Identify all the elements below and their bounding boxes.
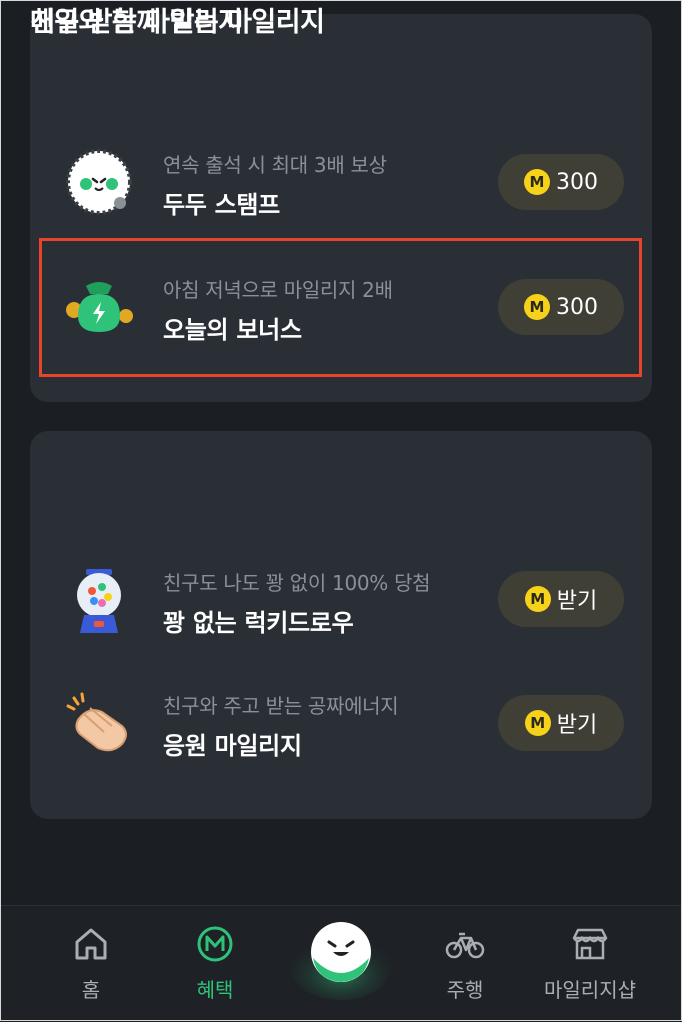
nav-item-ride[interactable]: 주행	[405, 906, 525, 1022]
item-subtitle: 연속 출석 시 최대 3배 보상	[163, 153, 387, 177]
receive-label: 받기	[556, 713, 598, 738]
nav-label: 홈	[81, 978, 101, 1002]
item-title: 꽝 없는 럭키드로우	[163, 609, 354, 637]
list-item-cheer-mileage[interactable]: 친구와 주고 받는 공짜에너지 응원 마일리지 M 받기	[30, 668, 652, 778]
character-center-button[interactable]	[291, 908, 391, 1000]
receive-button[interactable]: M 받기	[498, 571, 624, 627]
mileage-coin-icon: M	[524, 710, 551, 736]
clapping-hands-icon	[66, 692, 127, 752]
item-title: 응원 마일리지	[163, 732, 302, 760]
nav-label: 혜택	[196, 978, 234, 1002]
nav-item-home[interactable]: 홈	[31, 906, 151, 1022]
nav-label: 마일리지샵	[544, 978, 636, 1002]
stamp-character-icon	[66, 149, 132, 215]
mileage-icon	[197, 926, 233, 962]
list-item-lucky-draw[interactable]: 친구도 나도 꽝 없이 100% 당첨 꽝 없는 럭키드로우 M 받기	[30, 545, 652, 655]
mileage-coin-icon: M	[524, 586, 551, 612]
bicycle-icon	[445, 932, 485, 959]
receive-label: 받기	[556, 589, 598, 614]
mileage-coin-icon: M	[524, 169, 550, 195]
friends-mileage-title: 친구와 함께 받는 마일리지	[30, 7, 325, 38]
home-icon	[75, 928, 107, 960]
nav-item-mileage-shop[interactable]: 마일리지샵	[530, 906, 650, 1022]
item-subtitle: 친구도 나도 꽝 없이 100% 당첨	[163, 571, 431, 595]
receive-button[interactable]: M 받기	[498, 695, 624, 751]
reward-amount: 300	[556, 169, 598, 195]
reward-button[interactable]: M 300	[498, 154, 624, 210]
item-title: 두두 스탬프	[163, 191, 280, 219]
highlight-box	[39, 238, 642, 377]
list-item-dudu-stamp[interactable]: 연속 출석 시 최대 3배 보상 두두 스탬프 M 300	[30, 127, 652, 237]
shop-icon	[572, 928, 608, 960]
nav-item-benefits[interactable]: 혜택	[155, 906, 275, 1022]
gumball-machine-icon	[77, 569, 121, 633]
item-subtitle: 친구와 주고 받는 공짜에너지	[163, 694, 399, 718]
nav-label: 주행	[446, 978, 484, 1002]
